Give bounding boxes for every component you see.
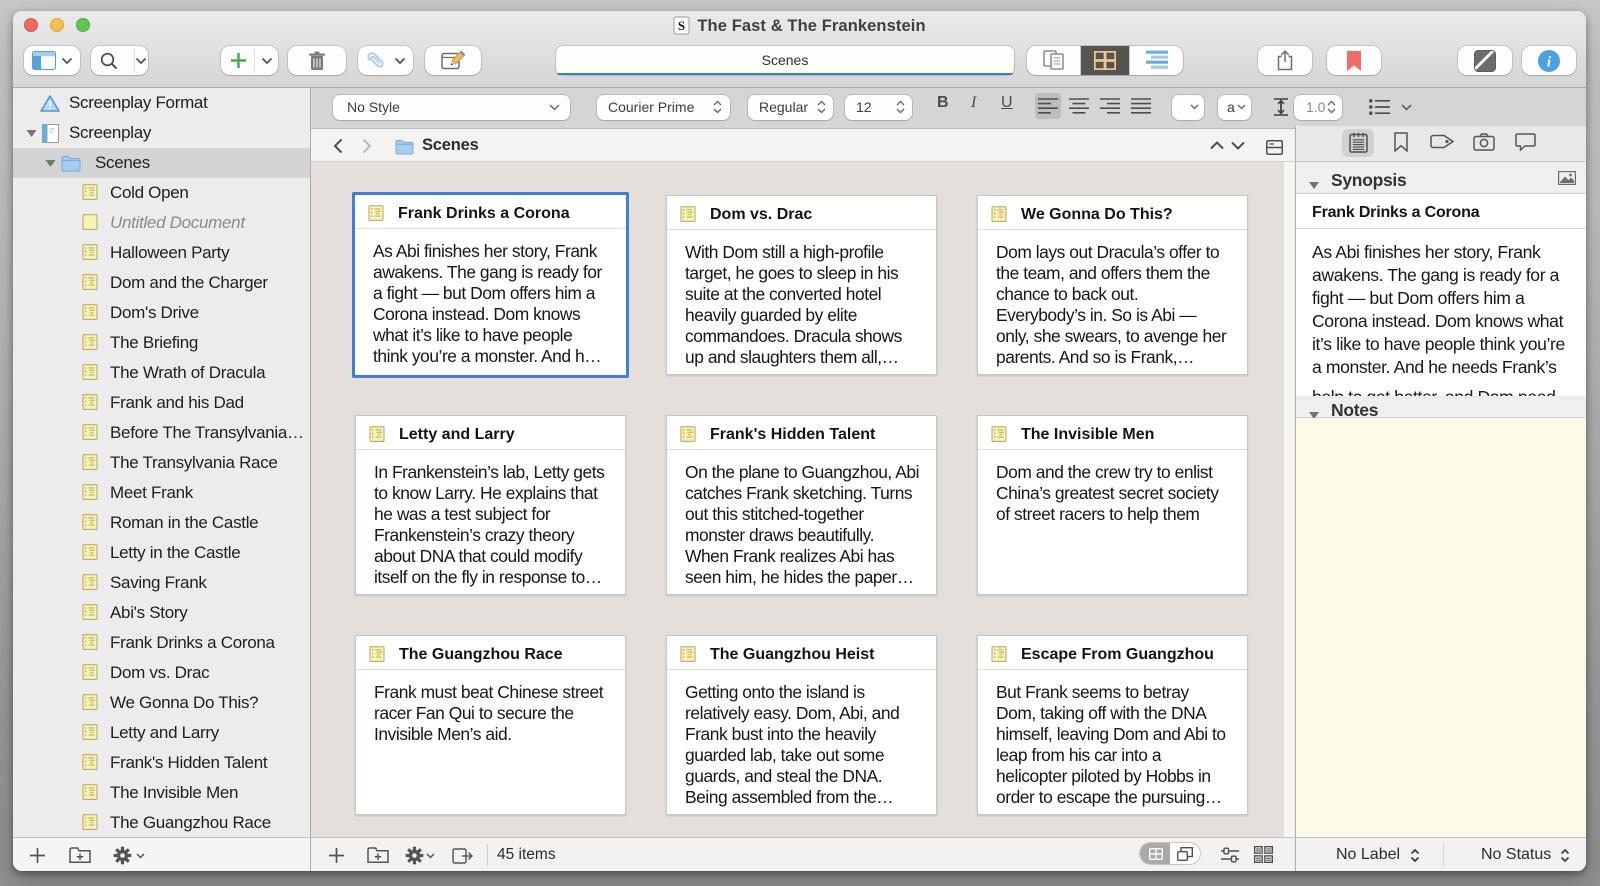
svg-text:S: S (678, 18, 685, 33)
